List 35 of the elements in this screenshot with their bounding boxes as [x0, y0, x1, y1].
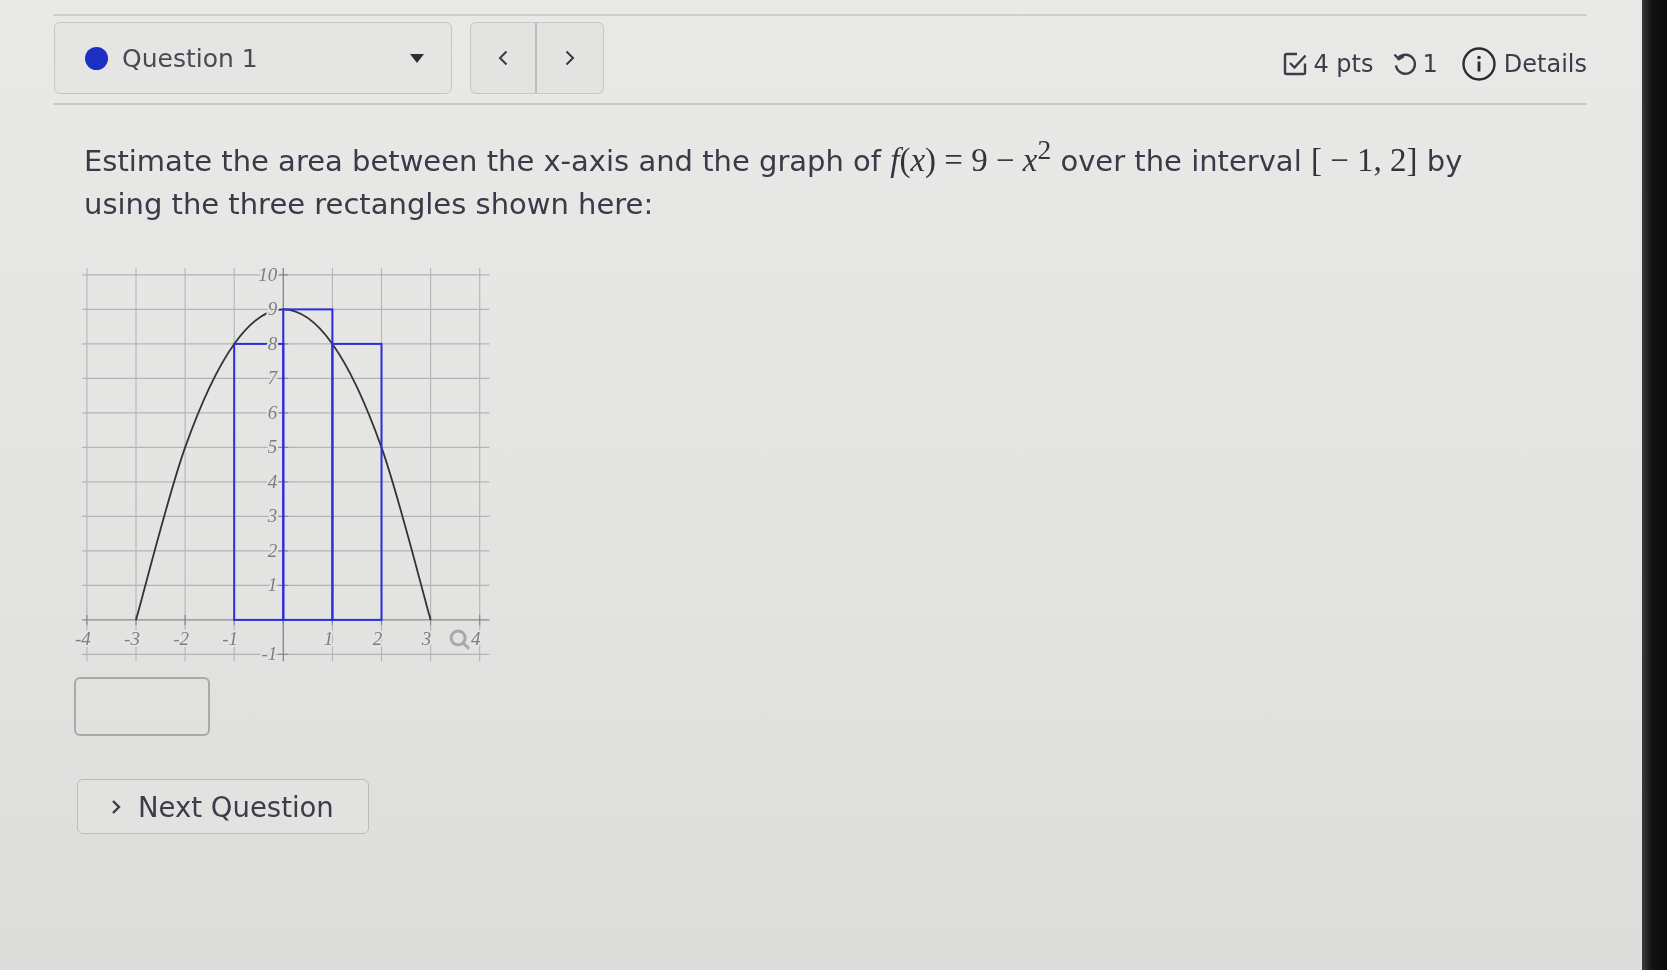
x-tick-label: 3 [420, 627, 432, 649]
y-tick-label: 4 [267, 470, 278, 492]
chevron-left-icon [498, 50, 508, 66]
x-tick-label: -2 [173, 627, 190, 649]
checkbox-icon [1282, 51, 1309, 77]
answer-field[interactable] [74, 677, 210, 736]
status-dot-icon [85, 46, 108, 70]
caret-icon [410, 53, 424, 63]
x-tick-label: -4 [75, 627, 92, 649]
x-tick-label: -3 [124, 627, 140, 649]
previous-button[interactable] [470, 22, 537, 94]
question-dropdown[interactable]: Question 1 [54, 22, 452, 94]
attempts-text: 1 [1422, 50, 1438, 78]
x-tick-label: 2 [372, 627, 383, 649]
y-tick-label: 2 [267, 539, 278, 561]
question-text: Estimate the area between the x-axis and the graph of f(x) = 9 − x$^{2}$ over the interval [ − 1, 2] by using the three rectangles shown here: [84, 136, 1464, 223]
x-tick-label: 4 [470, 627, 481, 649]
x-tick-label: 1 [323, 627, 334, 649]
y-tick-label: 10 [258, 263, 278, 285]
y-tick-label: 7 [267, 367, 279, 389]
retry-icon [1391, 51, 1418, 77]
magnifier-icon[interactable] [449, 629, 470, 650]
y-tick-label: -1 [261, 643, 278, 665]
points-text: 4 pts [1313, 50, 1374, 78]
chevron-right-icon [565, 50, 575, 66]
chevron-right-icon [111, 798, 121, 815]
next-arrow-button[interactable] [537, 22, 604, 94]
details-link[interactable]: Details [1461, 47, 1587, 81]
y-tick-label: 6 [267, 401, 278, 423]
y-tick-label: 3 [266, 505, 278, 527]
y-tick-label: 5 [267, 436, 278, 458]
next-question-button[interactable]: Next Question [77, 779, 369, 834]
info-icon [1461, 47, 1496, 81]
x-tick-label: -1 [222, 627, 239, 649]
y-tick-label: 1 [267, 574, 278, 596]
